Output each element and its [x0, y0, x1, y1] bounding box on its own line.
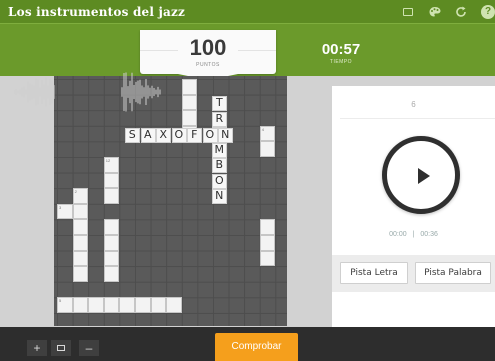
- crossword-cell[interactable]: [119, 297, 135, 313]
- crossword-cell[interactable]: [103, 235, 120, 251]
- crossword-cell[interactable]: [103, 188, 120, 204]
- help-icon[interactable]: ?: [480, 4, 495, 20]
- crossword-letter[interactable]: X: [156, 128, 171, 143]
- cell-number: 12: [105, 158, 111, 163]
- crossword-letter[interactable]: B: [212, 158, 227, 173]
- crossword-letter[interactable]: N: [212, 189, 227, 204]
- fit-icon: [57, 345, 65, 351]
- crossword-cell[interactable]: [103, 297, 120, 313]
- play-icon: [418, 168, 430, 184]
- crossword-letter[interactable]: M: [212, 142, 227, 158]
- panel-divider: [340, 118, 495, 119]
- crossword-cell[interactable]: [72, 235, 89, 251]
- help-glyph: ?: [481, 5, 495, 19]
- crossword-cell[interactable]: [259, 250, 276, 267]
- crossword-letter[interactable]: N: [218, 128, 233, 143]
- cell-number: 4: [261, 126, 265, 132]
- crossword-cell[interactable]: 4: [259, 125, 276, 142]
- crossword-cell[interactable]: [181, 110, 198, 126]
- audio-current-time: 00:00: [389, 231, 407, 238]
- score-value: 100: [178, 35, 238, 61]
- play-button[interactable]: [382, 136, 460, 214]
- crossword-cell[interactable]: [72, 203, 89, 220]
- crossword-letter[interactable]: O: [212, 173, 227, 189]
- zoom-out-button[interactable]: –: [79, 340, 99, 356]
- audio-time-separator: |: [412, 231, 415, 238]
- check-button[interactable]: Comprobar: [215, 333, 298, 361]
- crossword-cell[interactable]: [259, 235, 276, 251]
- crossword-cell[interactable]: 12: [103, 157, 120, 173]
- crossword-letter[interactable]: T: [212, 96, 227, 111]
- audio-time: 00:00 | 00:36: [332, 231, 495, 238]
- crossword-cell[interactable]: [103, 172, 120, 189]
- crossword-cell[interactable]: 5: [57, 297, 73, 313]
- timer-value: 00:57: [321, 41, 361, 58]
- zoom-fit-button[interactable]: [51, 340, 71, 356]
- crossword-cell[interactable]: [72, 297, 89, 313]
- crossword-letter[interactable]: R: [212, 111, 227, 127]
- crossword-cell[interactable]: 3: [57, 203, 73, 220]
- crossword-cell[interactable]: 2: [72, 188, 89, 204]
- cell-number: 3: [59, 204, 62, 210]
- crossword-cell[interactable]: [181, 94, 198, 111]
- crossword-cell[interactable]: [72, 219, 89, 235]
- crossword-cell[interactable]: [103, 266, 120, 282]
- crossword-cell[interactable]: [259, 219, 276, 235]
- cell-number: 5: [59, 298, 62, 304]
- crossword-letter[interactable]: S: [125, 128, 140, 143]
- crossword-cell[interactable]: [150, 297, 167, 313]
- crossword-cell[interactable]: [88, 297, 104, 313]
- audio-total-time: 00:36: [420, 231, 438, 238]
- refresh-icon[interactable]: [453, 4, 469, 20]
- hint-letter-button[interactable]: Pista Letra: [340, 262, 408, 284]
- game-title: Los instrumentos del jazz: [8, 5, 186, 19]
- crossword-letter[interactable]: F: [187, 128, 202, 143]
- crossword-letter[interactable]: A: [140, 128, 156, 143]
- timer-label: TIEMPO: [329, 59, 353, 65]
- crossword-letter[interactable]: O: [202, 128, 218, 143]
- crossword-cell[interactable]: [103, 219, 120, 235]
- clue-number: 6: [411, 100, 416, 109]
- crossword-cell[interactable]: [72, 250, 89, 267]
- crossword-cell[interactable]: [181, 79, 198, 95]
- crossword-cell[interactable]: [103, 250, 120, 267]
- crossword-cell[interactable]: [259, 141, 276, 157]
- palette-icon[interactable]: [427, 4, 443, 20]
- crossword-cell[interactable]: [135, 297, 151, 313]
- crossword-letter[interactable]: O: [171, 128, 187, 143]
- cell-number: 2: [74, 189, 77, 195]
- keyboard-icon[interactable]: [400, 4, 416, 20]
- crossword-cell[interactable]: [72, 266, 89, 282]
- zoom-in-button[interactable]: +: [27, 340, 47, 356]
- audio-waveform: [14, 72, 161, 112]
- crossword-cell[interactable]: [166, 297, 182, 313]
- hint-word-button[interactable]: Pista Palabra: [415, 262, 491, 284]
